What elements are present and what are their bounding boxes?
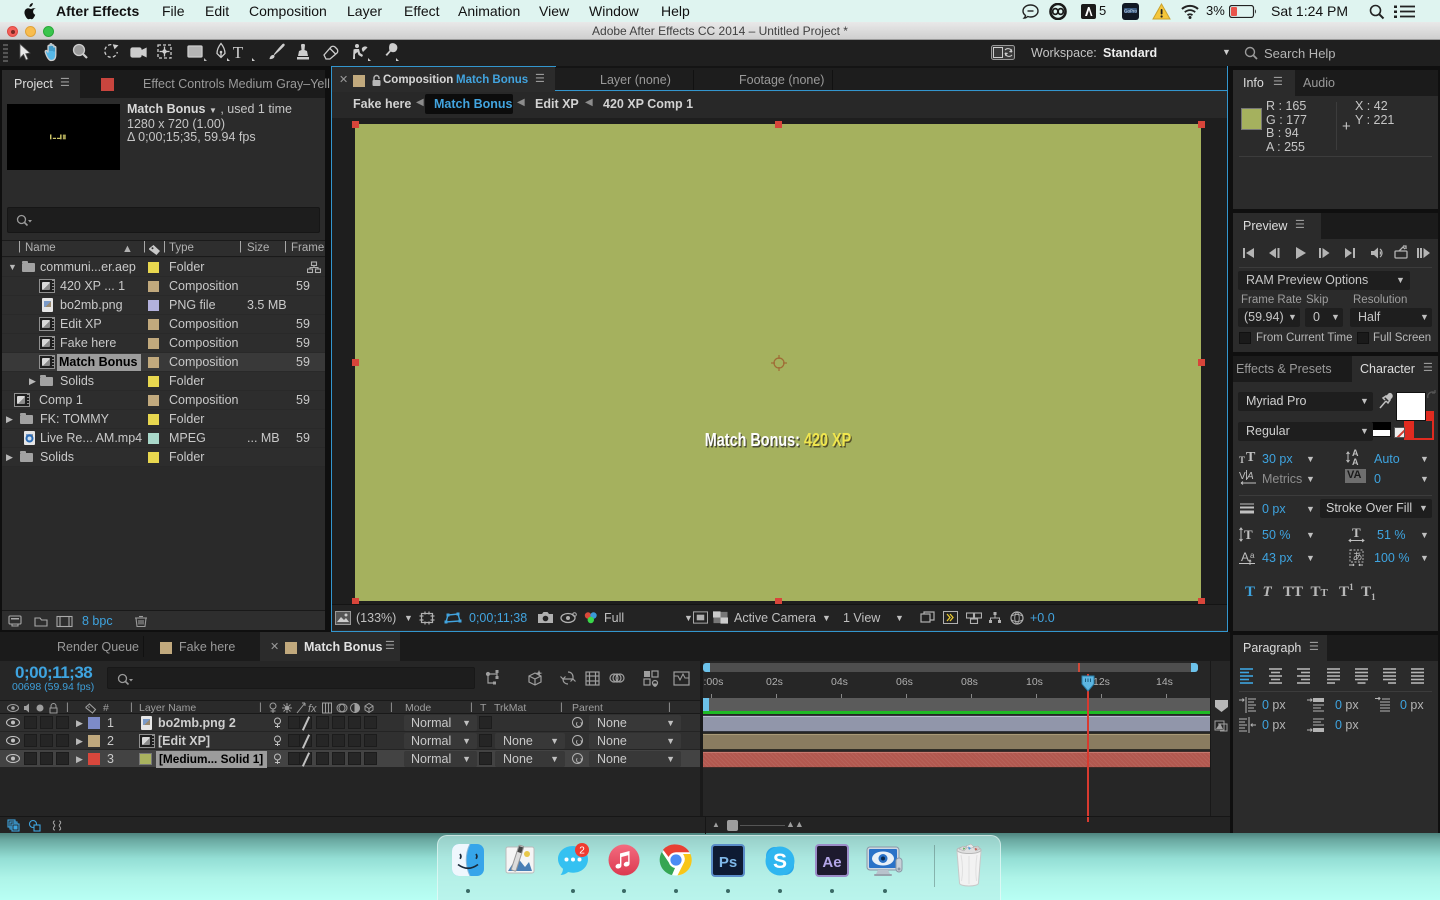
svg-text:A: A bbox=[1246, 471, 1254, 482]
svg-text:あ: あ bbox=[1353, 551, 1363, 563]
svg-text:a: a bbox=[1250, 551, 1255, 560]
svg-text:2: 2 bbox=[579, 846, 585, 857]
svg-text:Ps: Ps bbox=[719, 854, 737, 871]
svg-text:T: T bbox=[1352, 526, 1361, 540]
svg-text:A: A bbox=[1352, 457, 1359, 466]
svg-text:V: V bbox=[1239, 471, 1246, 482]
svg-text:S: S bbox=[773, 850, 787, 873]
svg-text:GoPro: GoPro bbox=[1124, 9, 1138, 14]
svg-text:T: T bbox=[1244, 527, 1253, 542]
svg-text:fx: fx bbox=[308, 703, 317, 714]
svg-text:A: A bbox=[1241, 550, 1249, 564]
svg-text:Ae: Ae bbox=[822, 854, 841, 871]
